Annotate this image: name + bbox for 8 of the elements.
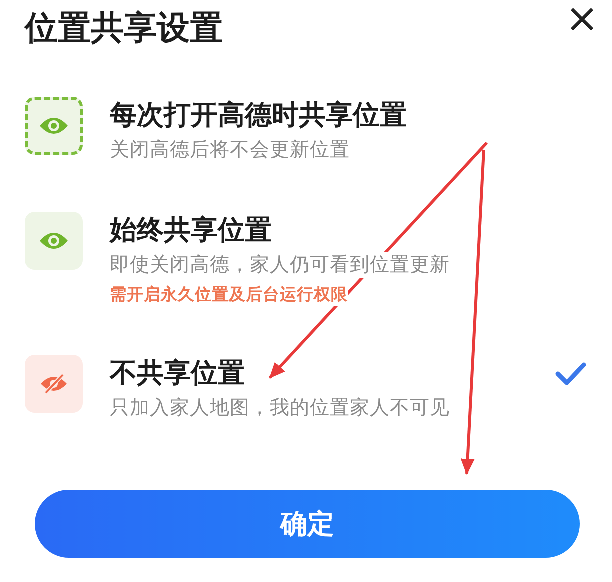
eye-icon: [39, 116, 69, 136]
dialog-title: 位置共享设置: [25, 7, 223, 49]
permission-warning: 需开启永久位置及后台运行权限: [110, 284, 348, 306]
confirm-button[interactable]: 确定: [35, 490, 580, 558]
eye-icon: [39, 231, 69, 251]
eye-off-icon: [39, 373, 69, 395]
option-description: 即使关闭高德，家人仍可看到位置更新: [110, 252, 450, 278]
close-button[interactable]: ×: [565, 4, 599, 34]
